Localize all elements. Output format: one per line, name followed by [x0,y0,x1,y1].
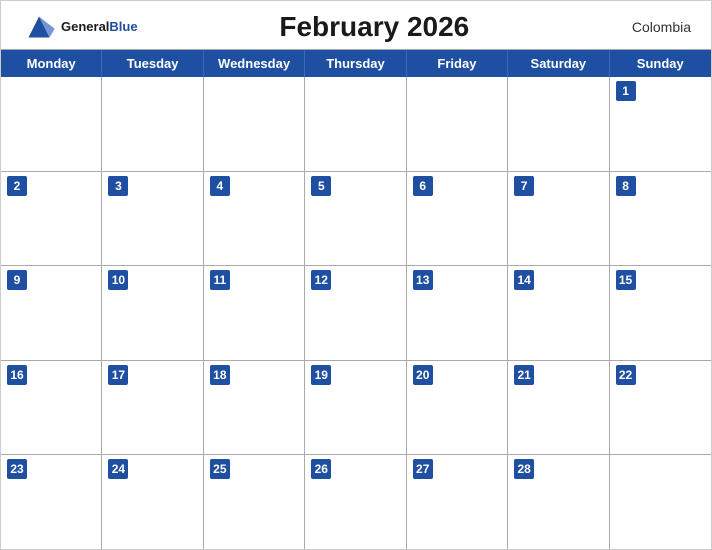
week-row-4: 23 24 25 26 27 28 [1,454,711,549]
day-number: 16 [7,365,27,385]
calendar-header: GeneralBlue February 2026 Colombia [1,1,711,49]
day-number: 15 [616,270,636,290]
day-cell: 2 [1,172,102,266]
day-header-monday: Monday [1,50,102,77]
country-label: Colombia [611,19,691,35]
week-row-2: 9 10 11 12 13 14 15 [1,265,711,360]
day-cell: 26 [305,455,406,549]
day-cell: 1 [610,77,711,171]
day-number: 28 [514,459,534,479]
day-header-friday: Friday [407,50,508,77]
day-cell: 28 [508,455,609,549]
week-row-0: 1 [1,77,711,171]
day-cell: 18 [204,361,305,455]
day-number: 13 [413,270,433,290]
day-cell: 19 [305,361,406,455]
day-cell: 12 [305,266,406,360]
day-number: 17 [108,365,128,385]
day-cell [1,77,102,171]
day-cell: 27 [407,455,508,549]
day-number: 18 [210,365,230,385]
day-number: 20 [413,365,433,385]
week-row-1: 2 3 4 5 6 7 8 [1,171,711,266]
day-cell: 25 [204,455,305,549]
day-headers: MondayTuesdayWednesdayThursdayFridaySatu… [1,50,711,77]
day-cell [407,77,508,171]
day-number: 22 [616,365,636,385]
day-number: 1 [616,81,636,101]
day-header-tuesday: Tuesday [102,50,203,77]
day-number: 14 [514,270,534,290]
day-number: 3 [108,176,128,196]
day-number: 12 [311,270,331,290]
weeks-container: 1234567891011121314151617181920212223242… [1,77,711,549]
day-cell: 13 [407,266,508,360]
day-number: 27 [413,459,433,479]
day-number: 2 [7,176,27,196]
day-number: 9 [7,270,27,290]
day-number: 24 [108,459,128,479]
day-number: 21 [514,365,534,385]
generalblue-logo-icon [21,13,57,41]
day-cell: 24 [102,455,203,549]
day-cell: 9 [1,266,102,360]
day-number: 7 [514,176,534,196]
day-cell: 10 [102,266,203,360]
day-cell: 22 [610,361,711,455]
day-cell: 6 [407,172,508,266]
day-number: 10 [108,270,128,290]
day-header-wednesday: Wednesday [204,50,305,77]
day-cell [610,455,711,549]
day-header-saturday: Saturday [508,50,609,77]
day-number: 11 [210,270,230,290]
day-cell [305,77,406,171]
day-header-sunday: Sunday [610,50,711,77]
day-cell [102,77,203,171]
month-title: February 2026 [138,11,611,43]
day-cell: 21 [508,361,609,455]
day-cell: 8 [610,172,711,266]
day-cell: 17 [102,361,203,455]
day-cell: 7 [508,172,609,266]
day-cell [508,77,609,171]
day-number: 8 [616,176,636,196]
calendar-grid: MondayTuesdayWednesdayThursdayFridaySatu… [1,49,711,549]
day-number: 5 [311,176,331,196]
day-number: 19 [311,365,331,385]
week-row-3: 16 17 18 19 20 21 22 [1,360,711,455]
logo-general-text: General [61,19,109,34]
day-number: 26 [311,459,331,479]
day-number: 4 [210,176,230,196]
day-cell: 15 [610,266,711,360]
day-cell: 20 [407,361,508,455]
day-number: 23 [7,459,27,479]
day-cell: 4 [204,172,305,266]
day-header-thursday: Thursday [305,50,406,77]
day-number: 6 [413,176,433,196]
logo-blue-text: Blue [109,19,137,34]
day-cell [204,77,305,171]
day-cell: 23 [1,455,102,549]
calendar-wrapper: GeneralBlue February 2026 Colombia Monda… [0,0,712,550]
day-cell: 11 [204,266,305,360]
logo-area: GeneralBlue [21,13,138,41]
day-cell: 5 [305,172,406,266]
day-cell: 3 [102,172,203,266]
day-number: 25 [210,459,230,479]
day-cell: 14 [508,266,609,360]
day-cell: 16 [1,361,102,455]
